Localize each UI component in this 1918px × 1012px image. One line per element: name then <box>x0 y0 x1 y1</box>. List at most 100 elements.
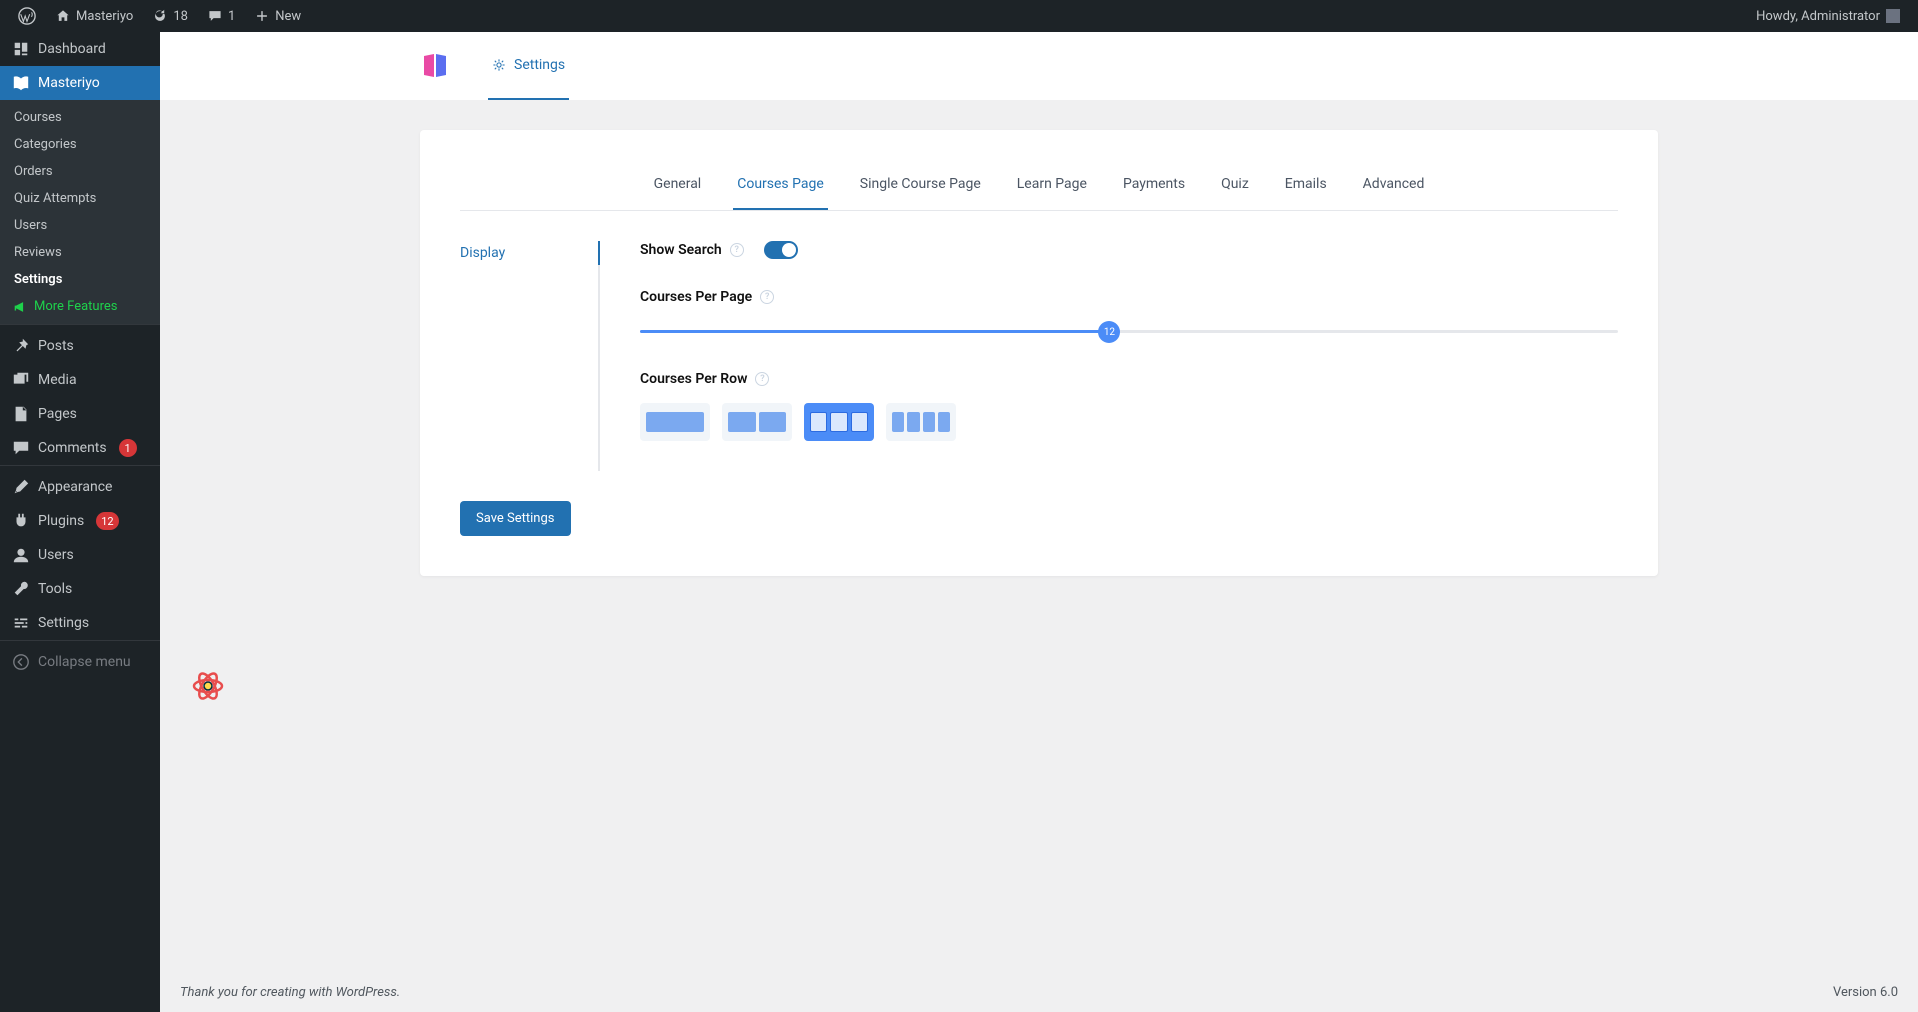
sidebar-label: Tools <box>38 581 72 597</box>
sub-label: More Features <box>34 299 118 314</box>
sidebar-label: Masteriyo <box>38 75 100 91</box>
comments-badge: 1 <box>119 439 137 457</box>
sidebar-item-tools[interactable]: Tools <box>0 572 160 606</box>
tab-quiz[interactable]: Quiz <box>1217 160 1253 210</box>
sub-users[interactable]: Users <box>0 212 160 239</box>
header-tab-label: Settings <box>514 57 565 73</box>
footer: Thank you for creating with WordPress. V… <box>160 973 1918 1012</box>
sidebar-item-pages[interactable]: Pages <box>0 397 160 431</box>
plus-icon <box>255 9 269 23</box>
settings-card: General Courses Page Single Course Page … <box>420 130 1658 576</box>
header-tab-settings[interactable]: Settings <box>488 32 569 100</box>
sub-categories[interactable]: Categories <box>0 131 160 158</box>
sidebar-item-dashboard[interactable]: Dashboard <box>0 32 160 66</box>
sidebar-item-posts[interactable]: Posts <box>0 329 160 363</box>
collapse-icon <box>12 653 30 671</box>
wordpress-icon <box>18 7 36 25</box>
label-courses-per-row: Courses Per Row <box>640 371 747 387</box>
sidebar-label: Comments <box>38 440 107 456</box>
sub-reviews[interactable]: Reviews <box>0 239 160 266</box>
sidebar-label: Users <box>38 547 74 563</box>
sub-more-features[interactable]: More Features <box>0 293 160 320</box>
sidebar-item-users[interactable]: Users <box>0 538 160 572</box>
page-icon <box>12 405 30 423</box>
label-courses-per-page: Courses Per Page <box>640 289 752 305</box>
book-icon <box>12 74 30 92</box>
sidebar-item-comments[interactable]: Comments 1 <box>0 431 160 465</box>
wp-logo[interactable] <box>8 0 46 32</box>
tab-payments[interactable]: Payments <box>1119 160 1189 210</box>
sidebar-submenu: Courses Categories Orders Quiz Attempts … <box>0 100 160 324</box>
home-icon <box>56 9 70 23</box>
masteriyo-logo <box>420 51 450 81</box>
sub-quiz-attempts[interactable]: Quiz Attempts <box>0 185 160 212</box>
save-button[interactable]: Save Settings <box>460 501 571 536</box>
sidebar-label: Dashboard <box>38 41 106 57</box>
row-opt-4[interactable] <box>886 403 956 441</box>
sidebar-item-media[interactable]: Media <box>0 363 160 397</box>
info-icon[interactable]: ? <box>755 372 769 386</box>
tab-advanced[interactable]: Advanced <box>1359 160 1429 210</box>
sidebar-label: Appearance <box>38 479 112 495</box>
sliders-icon <box>12 614 30 632</box>
sub-settings[interactable]: Settings <box>0 266 160 293</box>
sidebar-label: Media <box>38 372 77 388</box>
sub-orders[interactable]: Orders <box>0 158 160 185</box>
site-name: Masteriyo <box>76 9 133 24</box>
sidebar-label: Posts <box>38 338 74 354</box>
user-icon <box>12 546 30 564</box>
footer-version: Version 6.0 <box>1833 985 1898 1000</box>
footer-thanks: Thank you for creating with WordPress. <box>180 985 400 1000</box>
row-opt-1[interactable] <box>640 403 710 441</box>
collapse-menu[interactable]: Collapse menu <box>0 645 160 679</box>
pin-icon <box>12 337 30 355</box>
side-tab-display[interactable]: Display <box>460 241 598 265</box>
update-icon <box>153 9 167 23</box>
howdy-link[interactable]: Howdy, Administrator <box>1746 0 1910 32</box>
react-query-devtools-icon[interactable] <box>190 668 226 704</box>
tab-courses-page[interactable]: Courses Page <box>733 160 828 210</box>
main-area: Settings General Courses Page Single Cou… <box>160 32 1918 1012</box>
tab-emails[interactable]: Emails <box>1281 160 1331 210</box>
tab-learn-page[interactable]: Learn Page <box>1013 160 1091 210</box>
sidebar-label: Settings <box>38 615 89 631</box>
site-link[interactable]: Masteriyo <box>46 0 143 32</box>
sidebar-label: Collapse menu <box>38 654 131 670</box>
sidebar-item-plugins[interactable]: Plugins 12 <box>0 504 160 538</box>
updates-link[interactable]: 18 <box>143 0 198 32</box>
howdy-text: Howdy, Administrator <box>1756 9 1880 24</box>
gear-icon <box>492 58 506 72</box>
row-opt-2[interactable] <box>722 403 792 441</box>
page-header: Settings <box>160 32 1918 100</box>
label-show-search: Show Search <box>640 242 722 258</box>
megaphone-icon <box>14 300 28 314</box>
tab-general[interactable]: General <box>650 160 706 210</box>
comment-icon <box>12 439 30 457</box>
tab-single-course[interactable]: Single Course Page <box>856 160 985 210</box>
comment-icon <box>208 9 222 23</box>
settings-form: Show Search ? Courses Per Page ? 12 <box>640 241 1618 471</box>
info-icon[interactable]: ? <box>760 290 774 304</box>
info-icon[interactable]: ? <box>730 243 744 257</box>
comments-link[interactable]: 1 <box>198 0 245 32</box>
sidebar-item-settings[interactable]: Settings <box>0 606 160 640</box>
brush-icon <box>12 478 30 496</box>
slider-courses-per-page[interactable]: 12 <box>640 321 1618 341</box>
sidebar-item-masteriyo[interactable]: Masteriyo <box>0 66 160 100</box>
new-label: New <box>275 9 301 24</box>
toggle-show-search[interactable] <box>764 241 798 259</box>
row-opt-3[interactable] <box>804 403 874 441</box>
dashboard-icon <box>12 40 30 58</box>
courses-per-row-options <box>640 403 1618 441</box>
media-icon <box>12 371 30 389</box>
new-link[interactable]: New <box>245 0 311 32</box>
sub-courses[interactable]: Courses <box>0 104 160 131</box>
sidebar-label: Pages <box>38 406 77 422</box>
admin-sidebar: Dashboard Masteriyo Courses Categories O… <box>0 32 160 1012</box>
slider-fill <box>640 330 1109 333</box>
sidebar-item-appearance[interactable]: Appearance <box>0 470 160 504</box>
side-tabs: Display <box>460 241 600 471</box>
wrench-icon <box>12 580 30 598</box>
updates-count: 18 <box>173 9 188 24</box>
slider-thumb[interactable]: 12 <box>1098 321 1120 343</box>
